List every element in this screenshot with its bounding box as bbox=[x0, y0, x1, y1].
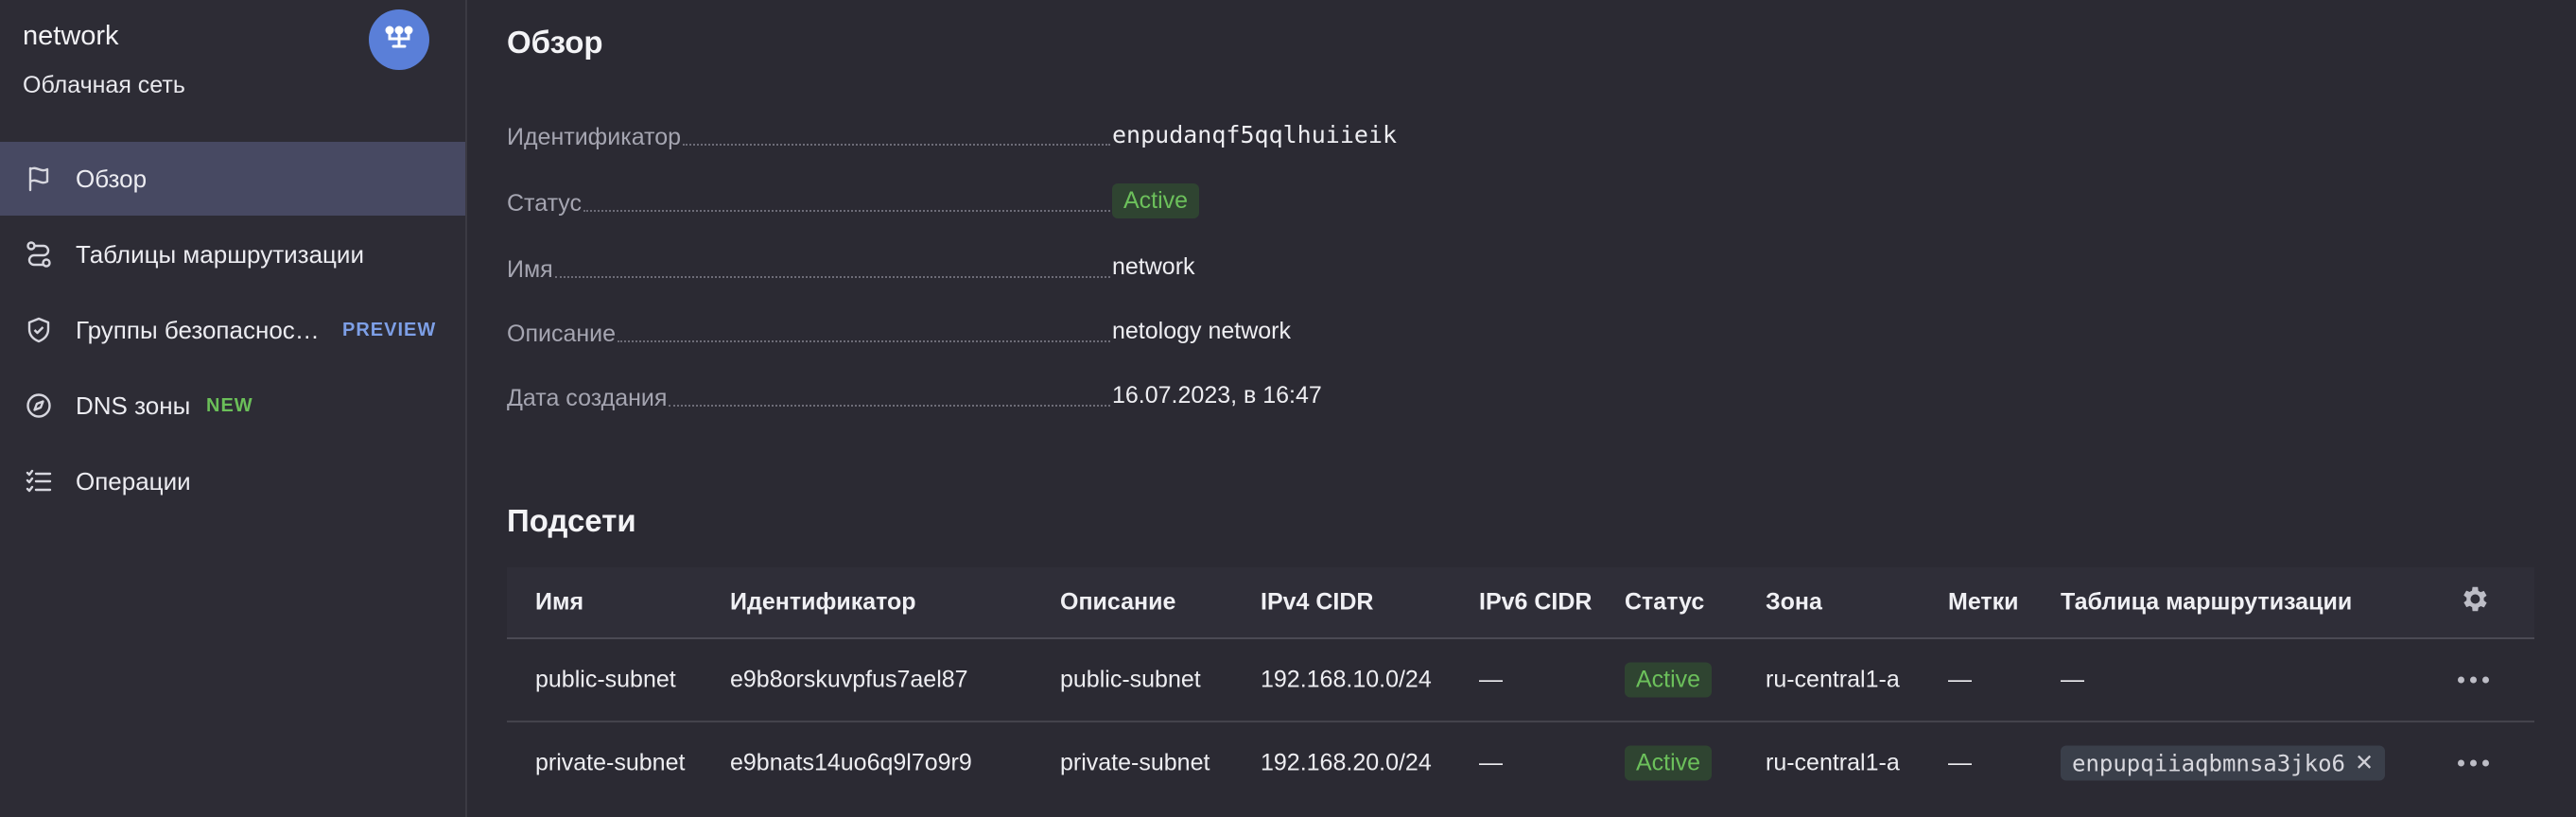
close-icon[interactable]: ✕ bbox=[2355, 750, 2374, 777]
column-header[interactable]: Таблица маршрутизации bbox=[2061, 589, 2352, 617]
status-badge: Active bbox=[1625, 745, 1713, 781]
sidebar-item-label: Операции bbox=[76, 466, 191, 495]
sidebar-item-route-tables[interactable]: Таблицы маршрутизации bbox=[0, 217, 465, 291]
sidebar-item-label: DNS зоны bbox=[76, 391, 191, 420]
subnets-table: Имя Идентификатор Описание IPv4 CIDR IPv… bbox=[507, 567, 2534, 804]
subnets-title: Подсети bbox=[507, 503, 636, 538]
compass-icon bbox=[21, 388, 57, 424]
subnet-description: public-subnet bbox=[1060, 666, 1201, 693]
property-label: Описание bbox=[507, 321, 617, 347]
more-actions-icon[interactable] bbox=[2458, 759, 2489, 767]
column-header[interactable]: Метки bbox=[1948, 589, 2019, 617]
subnet-name[interactable]: private-subnet bbox=[535, 750, 685, 777]
column-header[interactable]: Идентификатор bbox=[730, 589, 916, 617]
sidebar-item-overview[interactable]: Обзор bbox=[0, 142, 465, 216]
property-value: netology network bbox=[1112, 318, 1292, 344]
sidebar-item-security-groups[interactable]: Группы безопаснос… PREVIEW bbox=[0, 293, 465, 367]
table-header: Имя Идентификатор Описание IPv4 CIDR IPv… bbox=[507, 567, 2534, 639]
service-subtitle: Облачная сеть bbox=[23, 72, 185, 98]
property-label: Имя bbox=[507, 256, 553, 283]
route-table-id: enpupqiiaqbmnsa3jko6 bbox=[2072, 750, 2345, 776]
sidebar-item-label: Группы безопаснос… bbox=[76, 315, 320, 344]
page-title: Обзор bbox=[507, 25, 603, 60]
property-value: network bbox=[1112, 253, 1195, 280]
column-header[interactable]: IPv4 CIDR bbox=[1261, 589, 1373, 617]
column-header[interactable]: Статус bbox=[1625, 589, 1704, 617]
property-id: Идентификатор enpudanqf5qqlhuiieik bbox=[507, 121, 1547, 159]
preview-badge: PREVIEW bbox=[342, 319, 437, 340]
property-value: enpudanqf5qqlhuiieik bbox=[1112, 121, 1398, 148]
table-row[interactable]: public-subnet e9b8orskuvpfus7ael87 publi… bbox=[507, 639, 2534, 722]
table-row[interactable]: private-subnet e9bnats14uo6q9l7o9r9 priv… bbox=[507, 722, 2534, 804]
property-status: Статус Active bbox=[507, 183, 1547, 225]
sidebar-item-operations[interactable]: Операции bbox=[0, 444, 465, 518]
property-label: Идентификатор bbox=[507, 124, 682, 150]
property-value: 16.07.2023, в 16:47 bbox=[1112, 382, 1322, 408]
sidebar: network Облачная сеть Обзор Таблицы марш bbox=[0, 0, 467, 817]
network-service-icon bbox=[369, 9, 429, 70]
sidebar-nav: Обзор Таблицы маршрутизации Группы безоп… bbox=[0, 142, 465, 520]
subnet-ipv4: 192.168.10.0/24 bbox=[1261, 666, 1432, 693]
subnet-id: e9bnats14uo6q9l7o9r9 bbox=[730, 749, 972, 776]
new-badge: NEW bbox=[206, 394, 253, 416]
subnet-zone: ru-central1-a bbox=[1766, 666, 1900, 693]
subnet-route-table: — bbox=[2061, 666, 2084, 693]
column-header[interactable]: Имя bbox=[535, 589, 583, 617]
sidebar-item-label: Таблицы маршрутизации bbox=[76, 239, 364, 269]
subnet-ipv4: 192.168.20.0/24 bbox=[1261, 749, 1432, 776]
service-title: network bbox=[23, 21, 119, 51]
property-label: Дата создания bbox=[507, 385, 668, 411]
status-badge: Active bbox=[1625, 662, 1713, 698]
shield-icon bbox=[21, 312, 57, 348]
subnet-description: private-subnet bbox=[1060, 749, 1210, 776]
route-icon bbox=[21, 236, 57, 272]
subnet-id: e9b8orskuvpfus7ael87 bbox=[730, 666, 968, 693]
subnet-labels: — bbox=[1948, 749, 1972, 776]
column-header[interactable]: IPv6 CIDR bbox=[1479, 589, 1592, 617]
gear-icon[interactable] bbox=[2458, 583, 2490, 622]
checklist-icon bbox=[21, 463, 57, 499]
sidebar-item-label: Обзор bbox=[76, 164, 148, 193]
main-content: Обзор Идентификатор enpudanqf5qqlhuiieik… bbox=[467, 0, 2576, 817]
property-name: Имя network bbox=[507, 253, 1547, 291]
flag-icon bbox=[21, 161, 57, 197]
column-header[interactable]: Зона bbox=[1766, 589, 1822, 617]
more-actions-icon[interactable] bbox=[2458, 676, 2489, 684]
subnet-labels: — bbox=[1948, 666, 1972, 693]
route-table-tag[interactable]: enpupqiiaqbmnsa3jko6 ✕ bbox=[2061, 745, 2386, 781]
sidebar-item-dns-zones[interactable]: DNS зоны NEW bbox=[0, 369, 465, 443]
subnet-ipv6: — bbox=[1479, 666, 1503, 693]
subnet-ipv6: — bbox=[1479, 749, 1503, 776]
property-created: Дата создания 16.07.2023, в 16:47 bbox=[507, 382, 1547, 420]
property-description: Описание netology network bbox=[507, 318, 1547, 356]
property-label: Статус bbox=[507, 190, 583, 217]
subnet-name[interactable]: public-subnet bbox=[535, 667, 676, 694]
status-badge: Active bbox=[1112, 183, 1200, 218]
subnet-zone: ru-central1-a bbox=[1766, 749, 1900, 776]
column-header[interactable]: Описание bbox=[1060, 589, 1175, 617]
